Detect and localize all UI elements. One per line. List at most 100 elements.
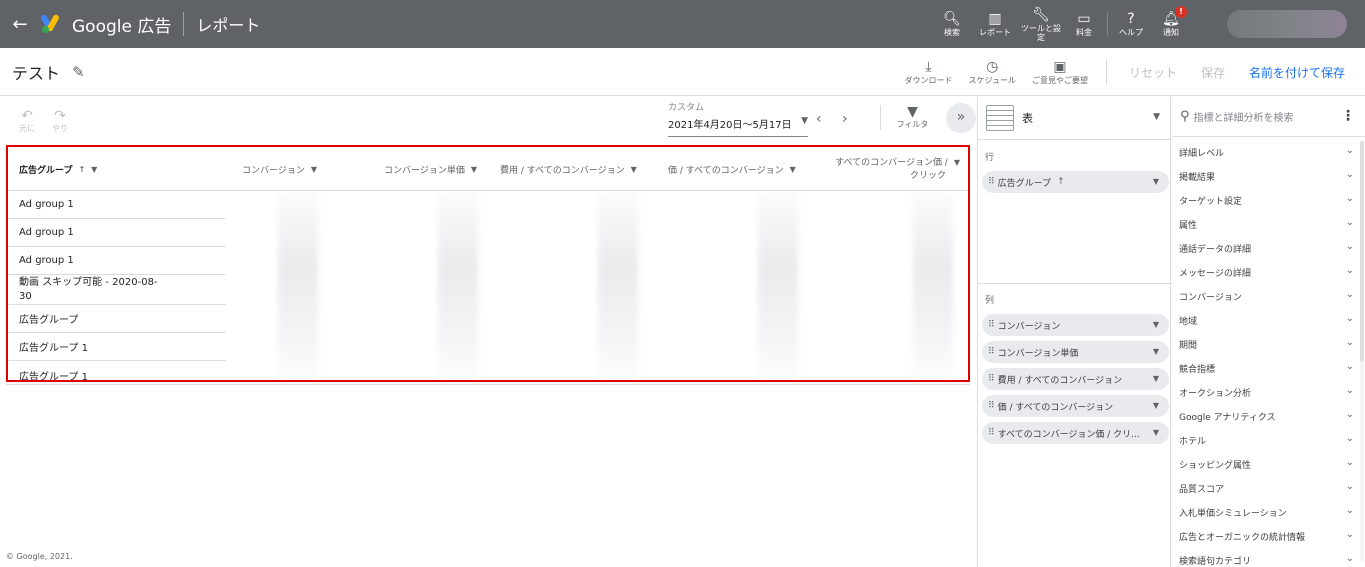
metric-group-item[interactable]: 競合指標 ⌄ <box>1172 356 1358 380</box>
metric-group-label: 競合指標 <box>1179 364 1216 375</box>
column-header-conversions[interactable]: コンバージョン ▼ <box>242 147 382 191</box>
chip-label: すべてのコンバージョン価 / クリ... <box>997 429 1140 440</box>
caret-down-icon[interactable]: ▼ <box>1153 428 1159 437</box>
back-arrow-icon[interactable]: ← <box>0 0 40 48</box>
search-button[interactable]: 🔍︎ 検索 <box>932 0 972 48</box>
redo-label: やり <box>52 124 68 133</box>
metric-group-item[interactable]: Google アナリティクス ⌄ <box>1172 404 1358 428</box>
metric-group-item[interactable]: 地域 ⌄ <box>1172 308 1358 332</box>
chevron-down-icon: ⌄ <box>1345 505 1354 516</box>
search-icon: ⚲ <box>1180 109 1190 124</box>
column-chip[interactable]: ⠿ すべてのコンバージョン価 / クリ... ▼ <box>982 422 1169 444</box>
feedback-button[interactable]: ▣ ご意見やご要望 <box>1024 48 1096 96</box>
date-range-picker[interactable]: カスタム 2021年4月20日～5月17日 ▼ <box>668 100 808 137</box>
metric-group-item[interactable]: 詳細レベル ⌄ <box>1172 140 1358 164</box>
metric-group-item[interactable]: 通話データの詳細 ⌄ <box>1172 236 1358 260</box>
column-chip[interactable]: ⠿ コンバージョン単価 ▼ <box>982 341 1169 363</box>
clock-icon: ◷ <box>986 58 999 75</box>
reports-button[interactable]: ▥ レポート <box>972 0 1018 48</box>
column-header-ad-group[interactable]: 広告グループ ↑ ▼ <box>19 147 219 191</box>
table-row[interactable]: 広告グループ <box>8 305 226 333</box>
drag-handle-icon[interactable]: ⠿ <box>988 177 995 187</box>
drag-handle-icon[interactable]: ⠿ <box>988 347 995 357</box>
undo-button[interactable]: ↶ 元に <box>15 109 39 134</box>
metric-group-item[interactable]: コンバージョン ⌄ <box>1172 284 1358 308</box>
metric-group-label: ショッピング属性 <box>1179 460 1252 471</box>
account-switcher[interactable] <box>1227 10 1347 38</box>
redo-button[interactable]: ↷ やり <box>48 109 72 134</box>
date-range-value: 2021年4月20日～5月17日 ▼ <box>668 116 808 137</box>
table-row[interactable]: 広告グループ 1 <box>8 361 226 381</box>
column-header-cost-all-conversions[interactable]: 費用 / すべてのコンバージョン ▼ <box>500 147 660 191</box>
pencil-icon[interactable]: ✎ <box>72 63 85 81</box>
column-chip[interactable]: ⠿ 費用 / すべてのコンバージョン ▼ <box>982 368 1169 390</box>
save-as-button[interactable]: 名前を付けて保存 <box>1237 64 1365 81</box>
column-header-value-per-click[interactable]: すべてのコンバージョン価 / ▼ クリック <box>818 147 960 191</box>
help-button[interactable]: ? ヘルプ <box>1111 0 1151 48</box>
billing-button[interactable]: ▭ 料金 <box>1064 0 1104 48</box>
filter-button[interactable]: ▼ フィルタ <box>880 105 944 130</box>
visualization-select[interactable]: 表 ▼ <box>978 97 1172 140</box>
drag-handle-icon[interactable]: ⠿ <box>988 401 995 411</box>
metric-group-item[interactable]: ホテル ⌄ <box>1172 428 1358 452</box>
feedback-icon: ▣ <box>1053 58 1067 75</box>
column-chip[interactable]: ⠿ コンバージョン ▼ <box>982 314 1169 336</box>
chevron-down-icon: ⌄ <box>1345 433 1354 444</box>
column-header-line2: クリック <box>909 170 946 181</box>
metric-group-item[interactable]: 検索語句カテゴリ ⌄ <box>1172 548 1358 567</box>
metric-group-item[interactable]: オークション分析 ⌄ <box>1172 380 1358 404</box>
tools-settings-button[interactable]: 🔧︎ ツールと設定 <box>1018 0 1064 48</box>
chevron-down-icon: ⌄ <box>1345 145 1354 156</box>
metric-group-label: 掲載結果 <box>1179 172 1216 183</box>
metric-group-item[interactable]: ターゲット設定 ⌄ <box>1172 188 1358 212</box>
caret-down-icon[interactable]: ▼ <box>1153 401 1159 410</box>
row-ad-group: 広告グループ <box>19 315 79 326</box>
schedule-button[interactable]: ◷ スケジュール <box>961 48 1024 96</box>
chevron-right-icon[interactable]: › <box>842 111 848 127</box>
metrics-search[interactable]: ⚲ 指標と詳細分析を検索 <box>1172 97 1365 137</box>
save-button[interactable]: 保存 <box>1189 64 1237 81</box>
scrollbar-thumb[interactable] <box>1360 141 1364 361</box>
metric-group-item[interactable]: 品質スコア ⌄ <box>1172 476 1358 500</box>
notifications-button[interactable]: 🔔︎ 通知 ! <box>1151 0 1191 48</box>
column-header-cost-per-conversion[interactable]: コンバージョン単価 ▼ <box>384 147 504 191</box>
reset-button[interactable]: リセット <box>1117 64 1189 81</box>
column-header-label: 価 / すべてのコンバージョン <box>668 165 784 176</box>
help-label: ヘルプ <box>1119 28 1143 37</box>
table-row[interactable]: Ad group 1 <box>8 191 226 219</box>
drag-handle-icon[interactable]: ⠿ <box>988 320 995 330</box>
expand-panel-button[interactable]: » <box>946 103 976 133</box>
metric-group-item[interactable]: 入札単価シミュレーション ⌄ <box>1172 500 1358 524</box>
drag-handle-icon[interactable]: ⠿ <box>988 374 995 384</box>
table-row[interactable]: Ad group 1 <box>8 247 226 275</box>
drag-handle-icon[interactable]: ⠿ <box>988 428 995 438</box>
metric-group-label: ターゲット設定 <box>1179 196 1243 207</box>
top-app-bar: ← Google 広告 レポート 🔍︎ 検索 ▥ レポート 🔧︎ ツールと設定 … <box>0 0 1365 48</box>
metric-group-item[interactable]: 掲載結果 ⌄ <box>1172 164 1358 188</box>
metric-group-item[interactable]: 広告とオーガニックの統計情報 ⌄ <box>1172 524 1358 548</box>
caret-down-icon[interactable]: ▼ <box>1153 177 1159 186</box>
report-title: テスト <box>12 63 61 83</box>
caret-down-icon[interactable]: ▼ <box>1153 374 1159 383</box>
metric-group-label: ホテル <box>1179 436 1207 447</box>
metric-group-item[interactable]: 期間 ⌄ <box>1172 332 1358 356</box>
chevron-left-icon[interactable]: ‹ <box>816 111 822 127</box>
metric-group-item[interactable]: メッセージの詳細 ⌄ <box>1172 260 1358 284</box>
column-header-label: 広告グループ <box>19 165 73 176</box>
download-button[interactable]: ⤓ ダウンロード <box>897 48 961 96</box>
caret-down-icon[interactable]: ▼ <box>1153 347 1159 356</box>
more-vert-icon[interactable]: ⋮ <box>1341 108 1355 124</box>
table-row[interactable]: Ad group 1 <box>8 219 226 247</box>
caret-down-icon[interactable]: ▼ <box>1153 320 1159 329</box>
column-header-value-all-conversions[interactable]: 価 / すべてのコンバージョン ▼ <box>668 147 818 191</box>
metric-group-item[interactable]: ショッピング属性 ⌄ <box>1172 452 1358 476</box>
row-chip-ad-group[interactable]: ⠿ 広告グループ ↑ ▼ <box>982 171 1169 193</box>
column-header-label: すべてのコンバージョン価 / ▼ クリック <box>835 156 960 183</box>
chevron-down-icon: ⌄ <box>1345 409 1354 420</box>
redo-icon: ↷ <box>54 108 66 124</box>
table-row[interactable]: 広告グループ 1 <box>8 333 226 361</box>
caret-down-icon: ▼ <box>91 164 98 174</box>
column-chip[interactable]: ⠿ 価 / すべてのコンバージョン ▼ <box>982 395 1169 417</box>
table-row[interactable]: 動画 スキップ可能 - 2020-08- 30 <box>8 275 226 305</box>
metric-group-item[interactable]: 属性 ⌄ <box>1172 212 1358 236</box>
